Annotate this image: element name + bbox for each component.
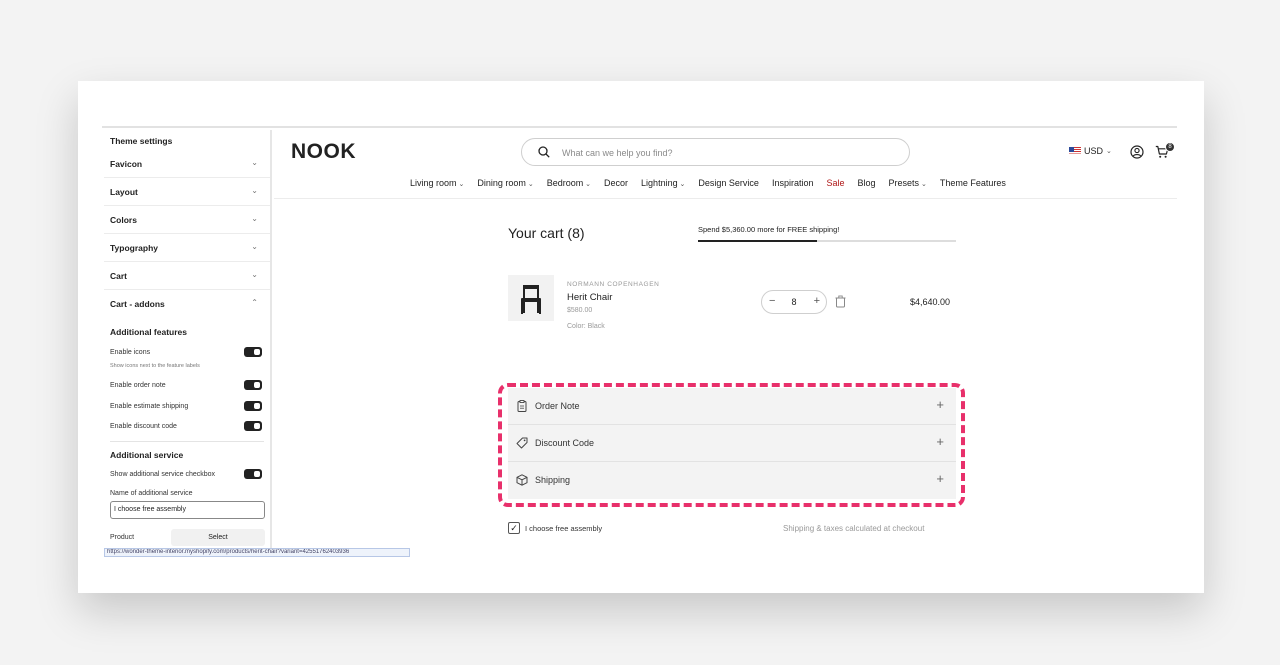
clipboard-icon xyxy=(517,400,527,412)
trash-icon[interactable] xyxy=(835,295,846,308)
addon-label: Shipping xyxy=(535,475,571,485)
chair-image xyxy=(521,285,541,314)
search-input[interactable]: What can we help you find? xyxy=(521,138,910,166)
shipping-taxes-note: Shipping & taxes calculated at checkout xyxy=(783,524,925,533)
service-name-label: Name of additional service xyxy=(110,490,193,497)
enable-estimate-shipping-label: Enable estimate shipping xyxy=(110,403,189,410)
screenshot-card: Theme settings Favicon ⌄ Layout ⌄ Colors… xyxy=(78,81,1204,593)
free-shipping-message: Spend $5,360.00 more for FREE shipping! xyxy=(698,225,840,234)
sidebar-section-typography[interactable]: Typography ⌄ xyxy=(104,234,270,262)
header-divider xyxy=(274,198,1177,199)
chevron-up-icon: ⌃ xyxy=(251,298,258,307)
sidebar-section-colors[interactable]: Colors ⌄ xyxy=(104,206,270,234)
top-divider xyxy=(102,126,1177,128)
enable-icons-toggle[interactable] xyxy=(244,347,262,357)
section-label: Cart - addons xyxy=(110,299,165,309)
account-icon[interactable] xyxy=(1130,145,1144,159)
chevron-down-icon: ⌄ xyxy=(251,214,258,223)
free-shipping-progress xyxy=(698,240,956,242)
chevron-down-icon: ⌄ xyxy=(251,270,258,279)
addon-label: Discount Code xyxy=(535,438,595,448)
sidebar-title: Theme settings xyxy=(110,136,173,146)
plus-icon[interactable]: + xyxy=(936,471,944,486)
quantity-stepper: − 8 + xyxy=(761,290,827,314)
show-additional-service-toggle[interactable] xyxy=(244,469,262,479)
nav-item-blog[interactable]: Blog xyxy=(857,178,875,188)
nav-item-lightning[interactable]: Lightning xyxy=(641,178,685,188)
store-logo[interactable]: NOOK xyxy=(291,140,356,164)
show-additional-service-label: Show additional service checkbox xyxy=(110,471,216,478)
enable-icons-label: Enable icons xyxy=(110,349,151,356)
section-label: Colors xyxy=(110,215,137,225)
currency-selector[interactable]: USD ⌄ xyxy=(1069,146,1112,156)
product-label: Product xyxy=(110,534,135,541)
chevron-down-icon: ⌄ xyxy=(1106,148,1112,155)
us-flag-icon xyxy=(1069,147,1081,155)
enable-discount-code-label: Enable discount code xyxy=(110,423,177,430)
nav-item-bedroom[interactable]: Bedroom xyxy=(547,178,591,188)
nav-item-sale[interactable]: Sale xyxy=(826,178,844,188)
chevron-down-icon: ⌄ xyxy=(251,242,258,251)
product-name[interactable]: Herit Chair xyxy=(567,292,612,303)
free-assembly-label[interactable]: I choose free assembly xyxy=(525,524,602,533)
theme-settings-sidebar: Theme settings Favicon ⌄ Layout ⌄ Colors… xyxy=(104,130,272,556)
search-placeholder: What can we help you find? xyxy=(562,148,673,158)
box-icon xyxy=(516,474,528,486)
line-total: $4,640.00 xyxy=(910,297,951,307)
section-label: Layout xyxy=(110,187,138,197)
free-assembly-checkbox[interactable]: ✓ xyxy=(508,522,520,534)
sidebar-section-cart[interactable]: Cart ⌄ xyxy=(104,262,270,290)
nav-item-inspiration[interactable]: Inspiration xyxy=(772,178,814,188)
nav-item-design-service[interactable]: Design Service xyxy=(698,178,759,188)
enable-icons-hint: Show icons next to the feature labels xyxy=(110,363,200,369)
cart-count-badge: 8 xyxy=(1165,142,1175,152)
tag-icon xyxy=(516,437,528,449)
addon-order-note[interactable]: Order Note + xyxy=(508,388,956,425)
enable-discount-code-toggle[interactable] xyxy=(244,421,262,431)
product-image[interactable] xyxy=(508,275,554,321)
chevron-down-icon: ⌄ xyxy=(251,186,258,195)
section-label: Favicon xyxy=(110,159,143,169)
product-price: $580.00 xyxy=(567,307,593,314)
enable-order-note-label: Enable order note xyxy=(110,382,166,389)
search-icon xyxy=(538,146,550,158)
currency-label: USD xyxy=(1084,146,1104,156)
main-nav: Living room Dining room Bedroom Decor Li… xyxy=(410,178,1006,188)
chevron-down-icon: ⌄ xyxy=(251,158,258,167)
plus-icon[interactable]: + xyxy=(936,397,944,412)
sidebar-divider xyxy=(110,441,264,442)
addon-discount-code[interactable]: Discount Code + xyxy=(508,425,956,462)
addon-label: Order Note xyxy=(535,401,580,411)
section-label: Typography xyxy=(110,243,159,253)
nav-item-dining-room[interactable]: Dining room xyxy=(477,178,533,188)
additional-service-heading: Additional service xyxy=(110,450,184,460)
sidebar-section-cart-addons[interactable]: Cart - addons ⌃ xyxy=(104,290,270,318)
enable-estimate-shipping-toggle[interactable] xyxy=(244,401,262,411)
enable-order-note-toggle[interactable] xyxy=(244,380,262,390)
nav-item-decor[interactable]: Decor xyxy=(604,178,628,188)
section-label: Cart xyxy=(110,271,128,281)
sidebar-section-layout[interactable]: Layout ⌄ xyxy=(104,178,270,206)
increase-quantity-button[interactable]: + xyxy=(814,295,820,307)
service-name-input[interactable]: I choose free assembly xyxy=(110,501,265,519)
sidebar-section-favicon[interactable]: Favicon ⌄ xyxy=(104,150,270,178)
progress-fill xyxy=(698,240,817,242)
plus-icon[interactable]: + xyxy=(936,434,944,449)
status-url-bar: https://wonder-theme-interior.myshopify.… xyxy=(104,548,410,557)
nav-item-living-room[interactable]: Living room xyxy=(410,178,464,188)
cart-title: Your cart (8) xyxy=(508,225,585,241)
product-vendor: NORMANN COPENHAGEN xyxy=(567,281,660,288)
addon-shipping[interactable]: Shipping + xyxy=(508,462,956,499)
additional-features-heading: Additional features xyxy=(110,327,187,337)
product-color: Color: Black xyxy=(567,323,605,330)
product-select-button[interactable]: Select xyxy=(171,529,265,546)
nav-item-theme-features[interactable]: Theme Features xyxy=(940,178,1006,188)
nav-item-presets[interactable]: Presets xyxy=(889,178,927,188)
